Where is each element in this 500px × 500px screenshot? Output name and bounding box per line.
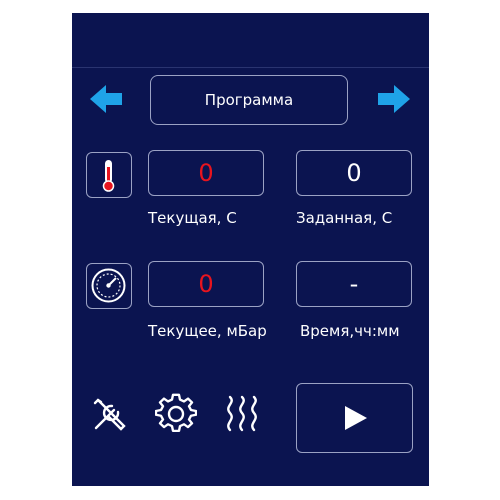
program-title: Программа <box>204 91 294 109</box>
left-arrow-icon[interactable] <box>88 83 124 115</box>
set-temp-field[interactable]: 0 <box>296 150 412 196</box>
heat-icon[interactable] <box>222 394 264 434</box>
current-pressure-label: Текущее, мБар <box>148 322 267 340</box>
gear-icon[interactable] <box>155 393 197 435</box>
time-field[interactable]: - <box>296 261 412 307</box>
control-panel: Программа 0 0 Текущая, С Заданная, С 0 -… <box>72 13 429 486</box>
current-temp-field[interactable]: 0 <box>148 150 264 196</box>
top-divider <box>72 67 429 68</box>
right-arrow-icon[interactable] <box>376 83 412 115</box>
time-value: - <box>349 270 359 298</box>
current-pressure-value: 0 <box>198 270 214 298</box>
thermometer-button[interactable] <box>86 152 132 198</box>
current-temp-value: 0 <box>198 159 214 187</box>
thermometer-icon <box>102 160 115 192</box>
gauge-button[interactable] <box>86 263 132 309</box>
set-temp-label: Заданная, С <box>296 209 393 227</box>
time-label: Время,чч:мм <box>300 322 400 340</box>
tools-icon[interactable] <box>90 394 130 434</box>
current-pressure-field[interactable]: 0 <box>148 261 264 307</box>
set-temp-value: 0 <box>346 159 362 187</box>
play-button[interactable] <box>296 383 413 453</box>
play-icon <box>344 406 367 430</box>
current-temp-label: Текущая, С <box>148 209 237 227</box>
gauge-icon <box>91 268 126 303</box>
program-title-box[interactable]: Программа <box>150 75 348 125</box>
